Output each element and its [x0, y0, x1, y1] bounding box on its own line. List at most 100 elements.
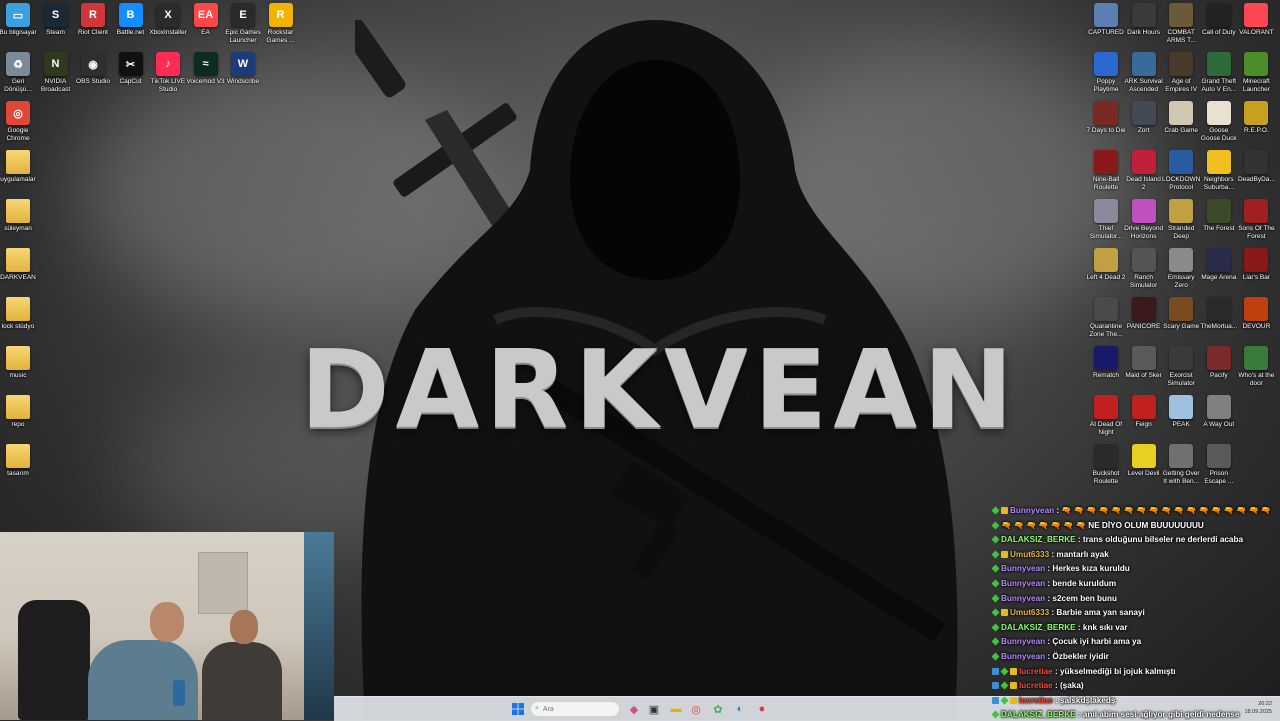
edge-taskbar-icon[interactable]: ◐	[732, 701, 748, 717]
desktop-icon[interactable]: W Windscribe	[223, 52, 263, 86]
rockstar-icon: R	[268, 3, 293, 27]
game-shortcut-icon[interactable]: R.E.P.O.	[1236, 101, 1276, 135]
sub-badge-icon	[992, 682, 999, 690]
game-shortcut-icon[interactable]: Drive Beyond Horizons	[1124, 199, 1164, 240]
app-taskbar-icon[interactable]: ✿	[710, 701, 726, 717]
game-shortcut-icon[interactable]: Crab Game	[1161, 101, 1201, 135]
game-shortcut-icon[interactable]: Poppy Playtime	[1086, 52, 1126, 93]
stream-chat-overlay: Bunnyvean : 🔫 🔫 🔫 🔫 🔫 🔫 🔫 🔫 🔫 🔫 🔫 🔫 🔫 🔫 …	[992, 504, 1280, 720]
mod-badge-icon	[1000, 681, 1009, 690]
game-shortcut-icon[interactable]: Dark Hours	[1124, 3, 1164, 37]
windscribe-icon: W	[231, 52, 255, 76]
desktop-icon-label: Geri Dönüşü...	[4, 78, 32, 93]
file-explorer-icon[interactable]: ▬	[668, 701, 684, 717]
desktop-icon[interactable]: X XboxInstaller	[148, 3, 188, 37]
game-shortcut-icon[interactable]: A Way Out	[1199, 395, 1239, 429]
game-shortcut-icon[interactable]: Thief Simulator...	[1086, 199, 1126, 240]
game-shortcut-icon[interactable]: Maid of Sker	[1124, 346, 1164, 380]
game-shortcut-icon[interactable]: DEVOUR	[1236, 297, 1276, 331]
game-shortcut-icon[interactable]: Level Devil	[1124, 444, 1164, 478]
game-shortcut-icon[interactable]: Exorcist Simulator	[1161, 346, 1201, 387]
desktop-icon[interactable]: lock stüdyo	[0, 297, 38, 331]
desktop-icon[interactable]: uygulamalar	[0, 150, 38, 184]
vip-badge-icon	[1010, 696, 1017, 704]
game-shortcut-icon[interactable]: At Dead Of Night	[1086, 395, 1126, 436]
chat-text: : (şaka)	[1054, 681, 1084, 691]
game-shortcut-icon[interactable]: PANICORE	[1124, 297, 1164, 331]
game-shortcut-icon[interactable]: Minecraft Launcher	[1236, 52, 1276, 93]
chat-message: DALAKSIZ_BERKE : trans olduğunu bilseler…	[992, 533, 1280, 548]
taskbar-search[interactable]: ⌕ Ara	[530, 701, 620, 717]
game-shortcut-icon[interactable]: LOCKDOWN Protocol	[1161, 150, 1201, 191]
game-thumbnail-icon	[1169, 444, 1194, 468]
game-shortcut-icon[interactable]: Dead Island 2	[1124, 150, 1164, 191]
chat-text: : s2cem ben bunu	[1047, 593, 1118, 603]
widgets-icon[interactable]: ◆	[626, 701, 642, 717]
game-thumbnail-icon	[1131, 346, 1156, 370]
desktop-icon[interactable]: ◉ OBS Studio	[73, 52, 113, 86]
game-shortcut-icon[interactable]: Who's at the door	[1236, 346, 1276, 387]
desktop-icon[interactable]: S Steam	[36, 3, 76, 37]
game-shortcut-icon[interactable]: Mage Arena	[1199, 248, 1239, 282]
desktop-icon-label: Crab Game	[1164, 127, 1198, 134]
task-view-icon[interactable]: ▣	[646, 701, 662, 717]
chat-username: Umut6333	[1010, 608, 1052, 618]
desktop-icon[interactable]: DARKVEAN	[0, 248, 38, 282]
desktop-icon[interactable]: R Rockstar Games ...	[261, 3, 301, 44]
game-shortcut-icon[interactable]: Getting Over It with Ben...	[1161, 444, 1201, 485]
game-shortcut-icon[interactable]: Neighbors Suburba...	[1199, 150, 1239, 191]
game-shortcut-icon[interactable]: The Forest	[1199, 199, 1239, 233]
game-thumbnail-icon	[1206, 101, 1231, 125]
desktop-icon[interactable]: süleyman	[0, 199, 38, 233]
game-shortcut-icon[interactable]: Sons Of The Forest	[1236, 199, 1276, 240]
desktop-icon[interactable]: N NVIDIA Broadcast	[36, 52, 76, 93]
game-shortcut-icon[interactable]: Emissary Zero	[1161, 248, 1201, 289]
game-shortcut-icon[interactable]: Grand Theft Auto V En...	[1199, 52, 1239, 93]
game-shortcut-icon[interactable]: Age of Empires IV	[1161, 52, 1201, 93]
game-shortcut-icon[interactable]: DeadByDa...	[1236, 150, 1276, 184]
desktop-icon-label: The Forest	[1203, 225, 1235, 232]
desktop-icon[interactable]: ◎ Google Chrome	[0, 101, 38, 142]
game-shortcut-icon[interactable]: ARK Survival Ascended	[1124, 52, 1164, 93]
chrome-taskbar-icon[interactable]: ◎	[688, 701, 704, 717]
game-shortcut-icon[interactable]: Goose Goose Duck	[1199, 101, 1239, 142]
desktop-icon[interactable]: B Battle.net	[111, 3, 151, 37]
desktop-icon[interactable]: ✂ CapCut	[111, 52, 151, 86]
game-shortcut-icon[interactable]: 7 Days to Die	[1086, 101, 1126, 135]
game-shortcut-icon[interactable]: Call of Duty	[1199, 3, 1239, 37]
desktop-icon[interactable]: EA EA	[186, 3, 226, 37]
game-shortcut-icon[interactable]: COMBAT ARMS T...	[1161, 3, 1201, 44]
desktop-icon[interactable]: ♪ TikTok LIVE Studio	[148, 52, 188, 93]
game-shortcut-icon[interactable]: Nine-Ball Roulette	[1086, 150, 1126, 191]
desktop-icon[interactable]: ▭ Bu bilgisayar	[0, 3, 38, 37]
game-shortcut-icon[interactable]: Rematch	[1086, 346, 1126, 380]
desktop-icon-label: Left 4 Dead 2	[1086, 274, 1126, 281]
game-shortcut-icon[interactable]: Feign	[1124, 395, 1164, 429]
game-shortcut-icon[interactable]: Zort	[1124, 101, 1164, 135]
mod-badge-icon	[992, 564, 1000, 573]
game-shortcut-icon[interactable]: Buckshot Roulette	[1086, 444, 1126, 485]
desktop-icon[interactable]: R Riot Client	[73, 3, 113, 37]
game-shortcut-icon[interactable]: VALORANT	[1236, 3, 1276, 37]
game-shortcut-icon[interactable]: Ranch Simulator	[1124, 248, 1164, 289]
game-shortcut-icon[interactable]: Prison Escape ...	[1199, 444, 1239, 485]
game-shortcut-icon[interactable]: Stranded Deep	[1161, 199, 1201, 240]
desktop-icon[interactable]: E Epic Games Launcher	[223, 3, 263, 44]
desktop-icon[interactable]: tasarım	[0, 444, 38, 478]
obs-taskbar-icon[interactable]: ●	[754, 701, 770, 717]
chat-message: Bunnyvean : Herkes kıza kuruldu	[992, 562, 1280, 577]
game-shortcut-icon[interactable]: Left 4 Dead 2	[1086, 248, 1126, 282]
game-shortcut-icon[interactable]: TheMortua...	[1199, 297, 1239, 331]
desktop-icon[interactable]: repo	[0, 395, 38, 429]
game-shortcut-icon[interactable]: Quarantine Zone The...	[1086, 297, 1126, 338]
desktop-icon[interactable]: ≈ Voicemod V3	[186, 52, 226, 86]
desktop-icon[interactable]: music	[0, 346, 38, 380]
game-shortcut-icon[interactable]: Scary Game	[1161, 297, 1201, 331]
game-thumbnail-icon	[1131, 297, 1156, 321]
game-shortcut-icon[interactable]: CAPTURED	[1086, 3, 1126, 37]
desktop-icon[interactable]: ♻ Geri Dönüşü...	[0, 52, 38, 93]
game-shortcut-icon[interactable]: PEAK	[1161, 395, 1201, 429]
game-shortcut-icon[interactable]: Pacify	[1199, 346, 1239, 380]
start-button[interactable]	[510, 701, 526, 717]
game-shortcut-icon[interactable]: Liar's Bar	[1236, 248, 1276, 282]
